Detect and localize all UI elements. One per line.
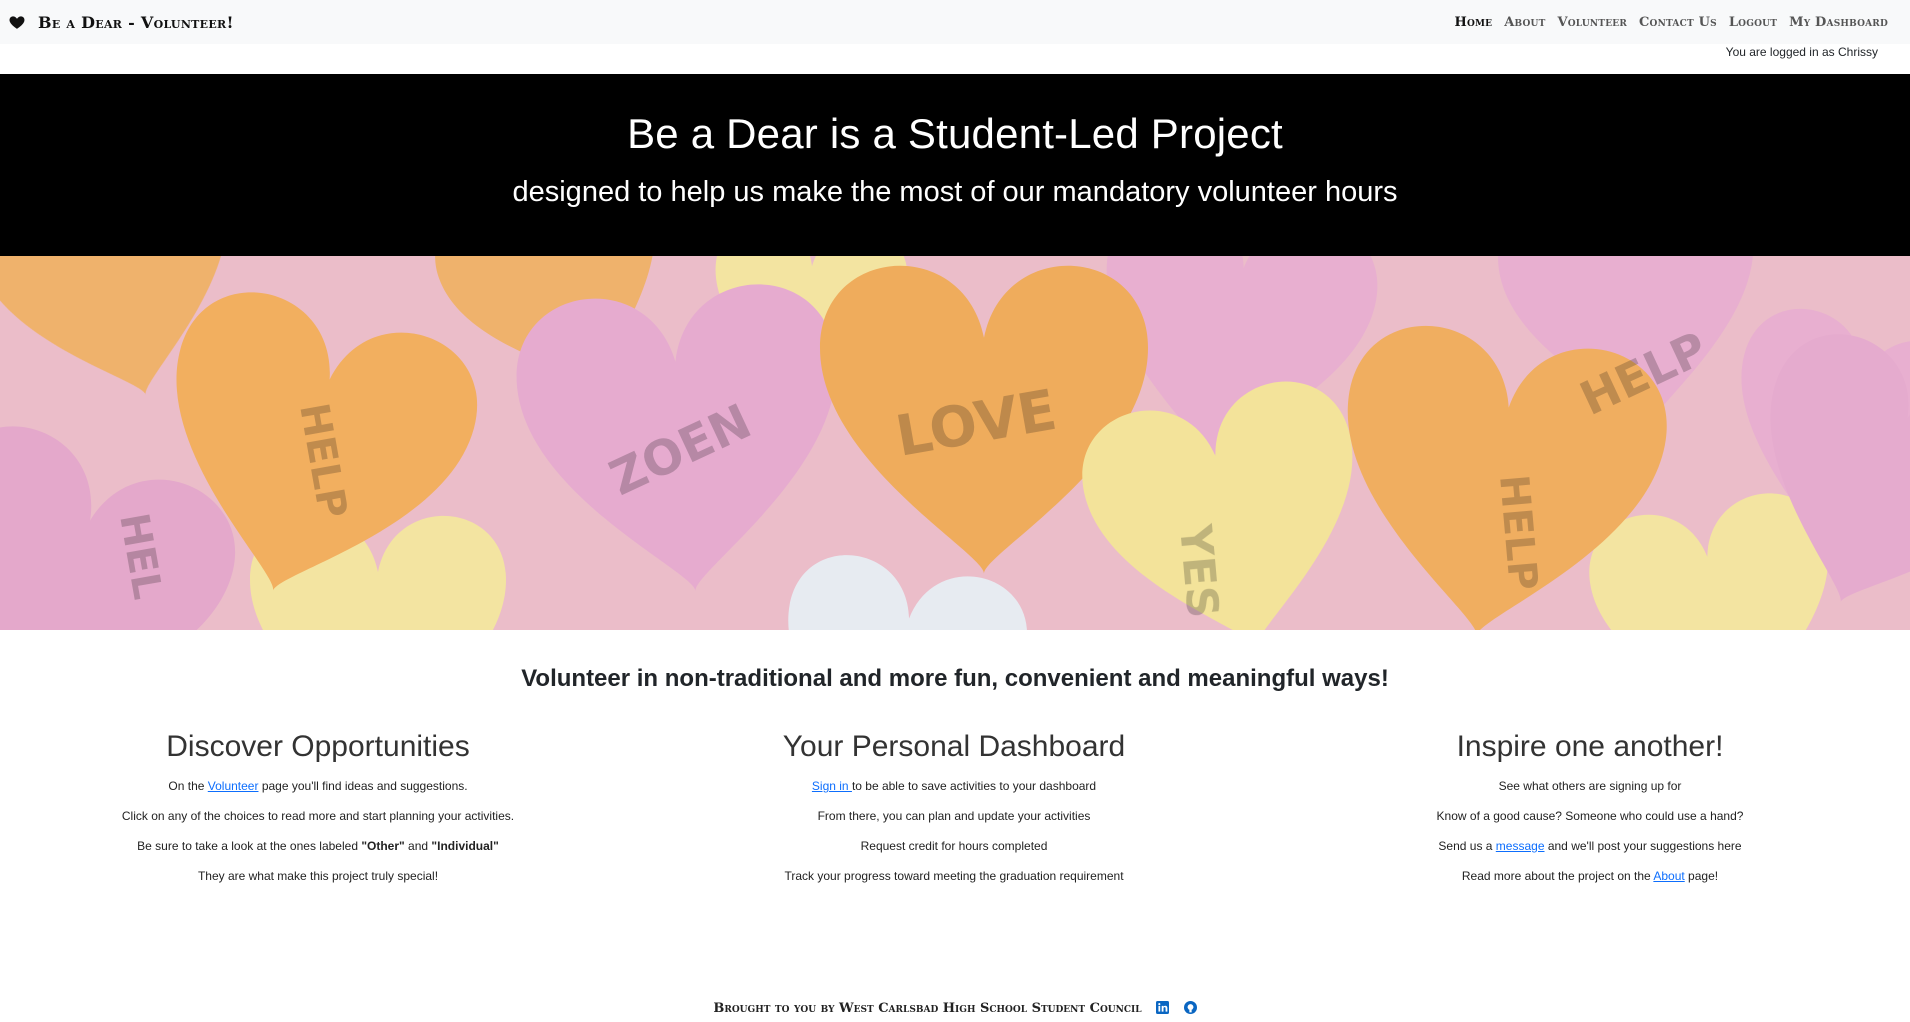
discover-line: Click on any of the choices to read more… — [121, 809, 515, 823]
text: page! — [1684, 869, 1719, 883]
inspire-heading: Inspire one another! — [1456, 730, 1724, 763]
volunteer-link[interactable]: Volunteer — [208, 779, 259, 793]
nav-volunteer[interactable]: Volunteer — [1557, 15, 1627, 30]
text: and — [404, 839, 432, 853]
top-navbar: Be a Dear - Volunteer! Home About Volunt… — [0, 0, 1910, 44]
discover-column: Discover Opportunities On the Volunteer … — [0, 730, 636, 898]
inspire-line: Send us a message and we'll post your su… — [1272, 838, 1908, 854]
about-link[interactable]: About — [1653, 869, 1684, 883]
text: Read more about the project on the — [1461, 869, 1654, 883]
brand-text: Be a Dear - Volunteer! — [38, 12, 234, 32]
brand-link[interactable]: Be a Dear - Volunteer! — [8, 13, 234, 32]
heart-icon — [9, 16, 25, 29]
discover-line: On the Volunteer page you'll find ideas … — [0, 778, 636, 794]
feature-columns: Discover Opportunities On the Volunteer … — [0, 730, 1910, 898]
nav-home[interactable]: Home — [1454, 15, 1492, 30]
nav-contact-us[interactable]: Contact Us — [1639, 15, 1717, 30]
inspire-line: See what others are signing up for — [1498, 779, 1682, 793]
text: Send us a — [1438, 839, 1496, 853]
inspire-line: Know of a good cause? Someone who could … — [1436, 809, 1744, 823]
nav-my-dashboard[interactable]: My Dashboard — [1789, 15, 1888, 30]
linkedin-icon[interactable] — [1156, 1001, 1170, 1018]
footer-text: Brought to you by West Carlsbad High Sch… — [713, 1001, 1142, 1016]
discover-line: Be sure to take a look at the ones label… — [0, 838, 636, 854]
sign-in-link[interactable]: Sign in — [812, 779, 852, 793]
github-icon[interactable] — [1183, 1001, 1197, 1018]
inspire-column: Inspire one another! See what others are… — [1272, 730, 1908, 898]
nav-logout[interactable]: Logout — [1729, 15, 1777, 30]
footer: Brought to you by West Carlsbad High Sch… — [0, 1001, 1910, 1018]
bold-text: "Other" — [361, 839, 405, 853]
text: page you'll find ideas and suggestions. — [258, 779, 468, 793]
dashboard-line: Sign in to be able to save activities to… — [636, 778, 1272, 794]
dashboard-line: Track your progress toward meeting the g… — [784, 869, 1124, 883]
dashboard-line: From there, you can plan and update your… — [817, 809, 1091, 823]
login-status: You are logged in as Chrissy — [1725, 45, 1878, 59]
hero-banner: Be a Dear is a Student-Led Project desig… — [0, 74, 1910, 256]
dashboard-column: Your Personal Dashboard Sign in to be ab… — [636, 730, 1272, 898]
message-link[interactable]: message — [1496, 839, 1545, 853]
candy-hearts-image: HELP LOVE ZOEN HELP YES HELP HEL — [0, 256, 1910, 630]
hero-title: Be a Dear is a Student-Led Project — [627, 110, 1283, 157]
inspire-line: Read more about the project on the About… — [1272, 868, 1908, 884]
dashboard-heading: Your Personal Dashboard — [782, 730, 1126, 763]
hero-subtitle: designed to help us make the most of our… — [512, 176, 1398, 208]
discover-heading: Discover Opportunities — [166, 730, 470, 763]
dashboard-line: Request credit for hours completed — [860, 839, 1048, 853]
text: to be able to save activities to your da… — [851, 779, 1097, 793]
text: Be sure to take a look at the ones label… — [137, 839, 362, 853]
text: On the — [168, 779, 208, 793]
nav-about[interactable]: About — [1504, 15, 1545, 30]
text: and we'll post your suggestions here — [1544, 839, 1742, 853]
bold-text: "Individual" — [431, 839, 499, 853]
tagline: Volunteer in non-traditional and more fu… — [521, 665, 1389, 692]
nav-links: Home About Volunteer Contact Us Logout M… — [1454, 15, 1888, 30]
discover-line: They are what make this project truly sp… — [197, 869, 439, 883]
